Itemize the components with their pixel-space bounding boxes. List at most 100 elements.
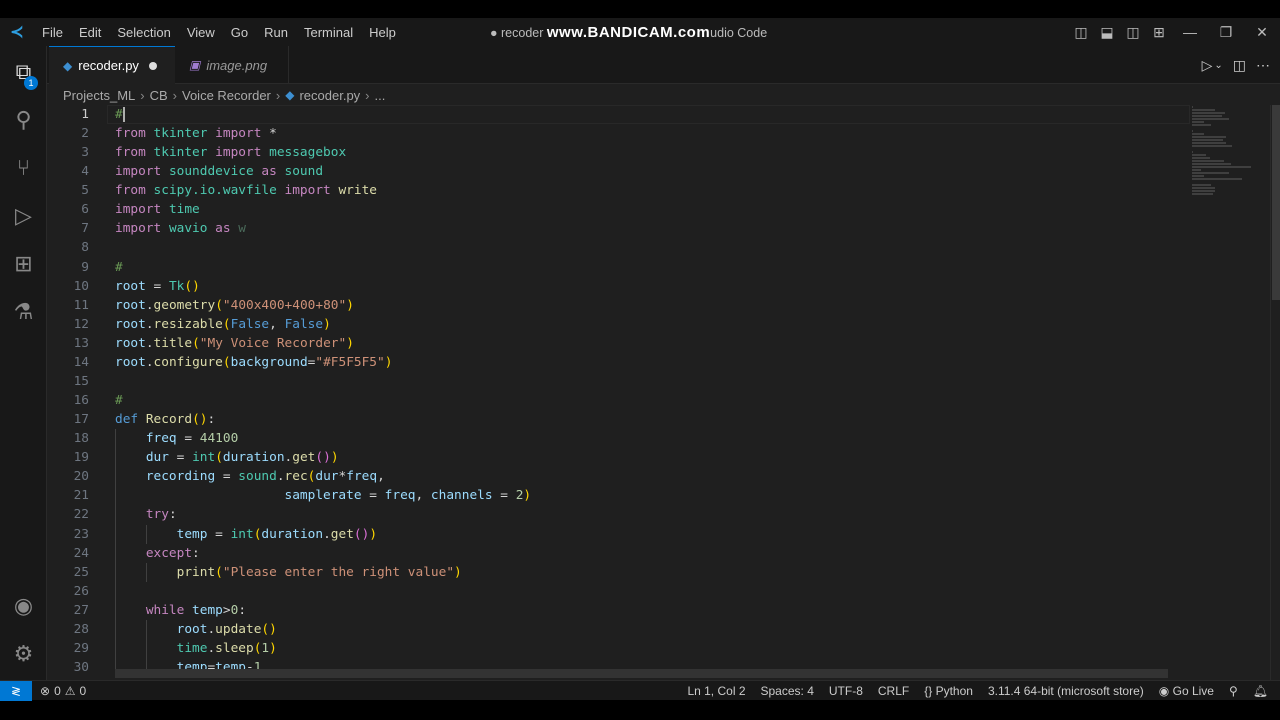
more-actions-icon[interactable]: ⋯ <box>1256 57 1270 74</box>
close-button[interactable]: ✕ <box>1244 24 1280 41</box>
code-line[interactable]: 27 while temp>0: <box>47 601 1190 620</box>
code-line[interactable]: 4 import sounddevice as sound <box>47 162 1190 181</box>
code-line[interactable]: 7 import wavio as w <box>47 219 1190 238</box>
code-text: freq = 44100 <box>115 429 238 448</box>
minimize-button[interactable]: — <box>1172 24 1208 40</box>
code-line[interactable]: 2 from tkinter import * <box>47 124 1190 143</box>
scrollbar-thumb[interactable] <box>1272 105 1280 300</box>
customize-layout-icon[interactable]: ⊞ <box>1146 24 1172 41</box>
breadcrumb-item[interactable]: recoder.py <box>299 88 360 103</box>
line-number: 24 <box>73 545 89 561</box>
code-text: temp = int(duration.get()) <box>115 525 377 544</box>
code-line[interactable]: 15 <box>47 372 1190 391</box>
code-line[interactable]: 18 freq = 44100 <box>47 429 1190 448</box>
code-text: root.geometry("400x400+400+80") <box>115 296 354 315</box>
code-line[interactable]: 25 print("Please enter the right value") <box>47 563 1190 582</box>
line-number: 15 <box>73 373 89 389</box>
restore-button[interactable]: ❐ <box>1208 24 1244 41</box>
breadcrumb-item[interactable]: ... <box>375 88 386 103</box>
toggle-panel-icon[interactable]: ⬓ <box>1094 24 1120 41</box>
cursor-position[interactable]: Ln 1, Col 2 <box>687 684 745 698</box>
language-mode[interactable]: {} Python <box>924 684 973 698</box>
code-line[interactable]: 11 root.geometry("400x400+400+80") <box>47 296 1190 315</box>
menu-help[interactable]: Help <box>361 25 404 40</box>
code-line[interactable]: 23 temp = int(duration.get()) <box>47 525 1190 544</box>
testing-icon[interactable]: ⚗ <box>0 292 47 332</box>
code-token: , <box>415 488 431 504</box>
remote-indicator-icon[interactable]: ≷ <box>0 680 32 701</box>
code-text: root.configure(background="#F5F5F5") <box>115 353 392 372</box>
code-line[interactable]: 21 samplerate = freq, channels = 2) <box>47 486 1190 505</box>
code-line[interactable]: 17 def Record(): <box>47 410 1190 429</box>
notifications-bell-icon[interactable]: 🔔︎ <box>1253 684 1268 698</box>
account-icon[interactable]: ◉ <box>0 586 47 626</box>
go-live-button[interactable]: ◉ Go Live <box>1159 684 1214 698</box>
menu-go[interactable]: Go <box>223 25 256 40</box>
encoding[interactable]: UTF-8 <box>829 684 863 698</box>
explorer-icon[interactable]: ⧉ 1 <box>0 52 47 92</box>
code-token: # <box>115 393 123 409</box>
menu-view[interactable]: View <box>179 25 223 40</box>
code-line[interactable]: 20 recording = sound.rec(dur*freq, <box>47 467 1190 486</box>
split-editor-icon[interactable]: ◫ <box>1233 57 1246 74</box>
python-file-icon: ◆ <box>63 58 73 73</box>
source-control-icon[interactable]: ⑂ <box>0 148 47 188</box>
code-token: geometry <box>153 297 216 313</box>
code-line[interactable]: 16 # <box>47 391 1190 410</box>
breadcrumb-item[interactable]: Projects_ML <box>63 88 135 103</box>
code-line[interactable]: 28 root.update() <box>47 620 1190 639</box>
code-line[interactable]: 24 except: <box>47 544 1190 563</box>
code-line[interactable]: 10 root = Tk() <box>47 277 1190 296</box>
problems-indicator[interactable]: ⊗ 0 ⚠ 0 <box>40 684 86 698</box>
code-line[interactable]: 14 root.configure(background="#F5F5F5") <box>47 353 1190 372</box>
unsaved-dot-icon[interactable] <box>148 61 157 70</box>
code-token: = <box>361 488 385 504</box>
line-ending[interactable]: CRLF <box>878 684 909 698</box>
horizontal-scrollbar[interactable] <box>115 669 1168 678</box>
settings-gear-icon[interactable]: ⚙ <box>0 634 47 674</box>
code-line[interactable]: 5 from scipy.io.wavfile import write <box>47 181 1190 200</box>
code-editor[interactable]: 1 #2 from tkinter import * 3 from tkinter im… <box>47 105 1270 680</box>
tab-recoder-py[interactable]: ◆ recoder.py <box>49 46 175 84</box>
code-line[interactable]: 6 import time <box>47 200 1190 219</box>
indentation[interactable]: Spaces: 4 <box>761 684 814 698</box>
code-token: () <box>315 450 331 466</box>
code-line[interactable]: 1 # <box>47 105 1190 124</box>
minimap-line <box>1192 184 1211 186</box>
breadcrumb-item[interactable]: CB <box>150 88 168 103</box>
extensions-icon[interactable]: ⊞ <box>0 244 47 284</box>
code-line[interactable]: 8 <box>47 238 1190 257</box>
line-number: 16 <box>73 393 89 409</box>
menu-selection[interactable]: Selection <box>109 25 178 40</box>
run-debug-icon[interactable]: ▷ <box>0 196 47 236</box>
code-line[interactable]: 3 from tkinter import messagebox <box>47 143 1190 162</box>
code-line[interactable]: 13 root.title("My Voice Recorder") <box>47 334 1190 353</box>
menu-run[interactable]: Run <box>256 25 296 40</box>
breadcrumb-item[interactable]: Voice Recorder <box>182 88 271 103</box>
run-dropdown-icon[interactable]: ⌄ <box>1214 60 1222 71</box>
code-token: ) <box>454 564 462 580</box>
code-line[interactable]: 9 # <box>47 258 1190 277</box>
code-text: import time <box>115 200 200 219</box>
code-token: duration <box>222 450 285 466</box>
run-python-icon[interactable]: ▷ <box>1202 57 1213 74</box>
menu-file[interactable]: File <box>34 25 71 40</box>
toggle-sidebar-icon[interactable]: ◫ <box>1068 24 1094 41</box>
tab-image-png[interactable]: ▣ image.png <box>175 46 289 84</box>
code-line[interactable]: 26 <box>47 582 1190 601</box>
python-interpreter[interactable]: 3.11.4 64-bit (microsoft store) <box>988 684 1144 698</box>
code-text: # <box>115 258 123 277</box>
code-text: samplerate = freq, channels = 2) <box>115 486 531 505</box>
vertical-scrollbar[interactable] <box>1270 105 1280 680</box>
accounts-icon[interactable]: ⚲ <box>1229 684 1238 698</box>
code-line[interactable]: 19 dur = int(duration.get()) <box>47 448 1190 467</box>
toggle-secondary-sidebar-icon[interactable]: ◫ <box>1120 24 1146 41</box>
minimap[interactable] <box>1192 106 1270 196</box>
menu-terminal[interactable]: Terminal <box>296 25 361 40</box>
code-line[interactable]: 29 time.sleep(1) <box>47 639 1190 658</box>
code-line[interactable]: 22 try: <box>47 505 1190 524</box>
menu-edit[interactable]: Edit <box>71 25 109 40</box>
search-icon[interactable]: ⚲ <box>0 100 47 140</box>
code-line[interactable]: 12 root.resizable(False, False) <box>47 315 1190 334</box>
minimap-line <box>1192 145 1232 147</box>
